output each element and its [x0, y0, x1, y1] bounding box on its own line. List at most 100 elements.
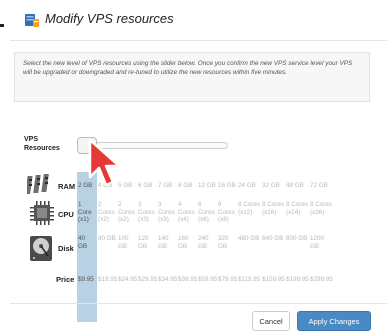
disk-option[interactable]: 80 GB [98, 235, 116, 250]
price-option[interactable]: $9.95 [78, 276, 96, 284]
info-message: Select the new level of VPS resources us… [14, 52, 370, 102]
cpu-option-text: 8 Cores [238, 201, 261, 208]
disk-options: 40 GB 80 GB 100 GB 120 GB 140 GB 160 GB 240 GB 320 GB 4… [78, 235, 334, 250]
cpu-option[interactable]: 1 Core (x1) [78, 201, 96, 224]
ram-option[interactable]: 6 GB [138, 182, 156, 190]
cpu-option-text: Core [78, 208, 92, 216]
ram-option[interactable]: 8 GB [178, 182, 196, 190]
disk-option-text: GB [310, 242, 320, 250]
disk-option[interactable]: 640 GB [262, 235, 284, 250]
cpu-option[interactable]: 3 Cores (x3) [158, 201, 176, 224]
price-option[interactable]: $39.95 [178, 276, 198, 284]
apply-changes-button[interactable]: Apply Changes [297, 311, 371, 331]
hard-disk-icon [30, 236, 52, 261]
cpu-option[interactable]: 6 Cores (x6) [198, 201, 216, 224]
disk-option[interactable]: 240 GB [198, 235, 216, 250]
cpu-option-text: (x3) [158, 216, 169, 223]
cpu-option-text: Cores [178, 208, 195, 216]
disk-option-text: 140 [158, 235, 169, 242]
cpu-option-text: (x1) [78, 216, 89, 223]
disk-label: Disk [58, 244, 74, 253]
cpu-option-text: 3 [138, 201, 142, 208]
cpu-option-text: Cores [198, 208, 215, 216]
cpu-option-text: 2 [118, 201, 122, 208]
cpu-option[interactable]: 4 Cores (x4) [178, 201, 196, 224]
label-line-2: Resources [24, 145, 60, 152]
disk-option-text: 640 GB [262, 235, 284, 242]
disk-option-text: GB [118, 242, 128, 250]
price-option-text: $299.95 [310, 276, 333, 283]
disk-option-text: 480 GB [238, 235, 260, 242]
cpu-option[interactable]: 8 Cores (x12) [238, 201, 260, 224]
price-option-text: $39.95 [178, 276, 198, 283]
cpu-option-text: (x16) [262, 208, 277, 216]
disk-option[interactable]: 480 GB [238, 235, 260, 250]
cpu-option[interactable]: 8 Cores (x24) [286, 201, 308, 224]
ram-option-text: 48 GB [286, 182, 304, 189]
modify-vps-dialog: Modify VPS resources Select the new leve… [0, 0, 387, 331]
ram-option[interactable]: 48 GB [286, 182, 308, 190]
memory-icon [27, 174, 49, 194]
cpu-option-text: Cores [98, 208, 115, 216]
price-options: $9.95 $19.95 $24.95 $29.95 $34.95 $39.95 $59.9… [78, 276, 334, 284]
price-option-text: $59.95 [198, 276, 218, 283]
price-option[interactable]: $119.95 [238, 276, 260, 284]
disk-option[interactable]: 320 GB [218, 235, 236, 250]
price-option[interactable]: $159.95 [262, 276, 285, 284]
disk-option-text: 800 GB [286, 235, 308, 242]
cpu-option[interactable]: 8 Cores (x16) [262, 201, 284, 224]
ram-option-text: 24 GB [238, 182, 256, 189]
ram-option[interactable]: 7 GB [158, 182, 176, 190]
ram-option[interactable]: 72 GB [310, 182, 332, 190]
cpu-option[interactable]: 3 Cores (x3) [138, 201, 156, 224]
disk-option[interactable]: 1200 GB [310, 235, 332, 250]
price-option[interactable]: $299.95 [310, 276, 333, 284]
cpu-option-text: 3 [158, 201, 162, 208]
price-option[interactable]: $79.95 [218, 276, 237, 284]
ram-option-text: 72 GB [310, 182, 328, 189]
disk-option[interactable]: 800 GB [286, 235, 308, 250]
ram-option[interactable]: 24 GB [238, 182, 260, 190]
cpu-option[interactable]: 8 Cores (x36) [310, 201, 332, 224]
info-text: Select the new level of VPS resources us… [23, 60, 353, 76]
price-option[interactable]: $59.95 [198, 276, 218, 284]
cpu-option[interactable]: 2 Cores (x2) [98, 201, 116, 224]
ram-option[interactable]: 32 GB [262, 182, 284, 190]
ram-option[interactable]: 12 GB [198, 182, 216, 190]
disk-option[interactable]: 40 GB [78, 235, 96, 250]
price-option-text: $159.95 [262, 276, 285, 283]
disk-option-text: 160 [178, 235, 189, 242]
disk-option-text: 120 [138, 235, 149, 242]
cpu-option[interactable]: 8 Cores (x8) [218, 201, 236, 224]
cpu-option-text: (x12) [238, 208, 253, 216]
price-option[interactable]: $19.95 [98, 276, 117, 284]
cancel-button[interactable]: Cancel [252, 311, 290, 331]
ram-option[interactable]: 16 GB [218, 182, 236, 190]
cpu-option-text: 4 [178, 201, 182, 208]
disk-option[interactable]: 120 GB [138, 235, 156, 250]
price-option[interactable]: $34.95 [158, 276, 177, 284]
price-option[interactable]: $199.95 [286, 276, 309, 284]
ram-option-text: 8 GB [178, 182, 193, 189]
ram-option-text: 12 GB [198, 182, 216, 189]
disk-option-text: 80 GB [98, 235, 116, 242]
ram-option-text: 32 GB [262, 182, 280, 189]
ram-label: RAM [58, 182, 76, 191]
disk-option[interactable]: 160 GB [178, 235, 196, 250]
cpu-option-text: 1 [78, 201, 82, 208]
disk-option-text: GB [178, 242, 188, 250]
disk-option-text: 320 [218, 235, 229, 242]
vps-server-icon [25, 14, 39, 27]
disk-option-text: GB [158, 242, 168, 250]
price-option-text: $119.95 [238, 276, 261, 283]
cpu-option[interactable]: 2 Cores (x2) [118, 201, 136, 224]
cpu-option-text: (x3) [138, 216, 149, 223]
vps-resources-label: VPS Resources [24, 135, 60, 153]
disk-option[interactable]: 100 GB [118, 235, 136, 250]
disk-option[interactable]: 140 GB [158, 235, 176, 250]
disk-option-text: GB [218, 242, 228, 250]
price-option[interactable]: $29.95 [138, 276, 158, 284]
cpu-option-text: (x24) [286, 208, 301, 216]
price-option[interactable]: $24.95 [118, 276, 137, 284]
price-option-text: $29.95 [138, 276, 158, 283]
